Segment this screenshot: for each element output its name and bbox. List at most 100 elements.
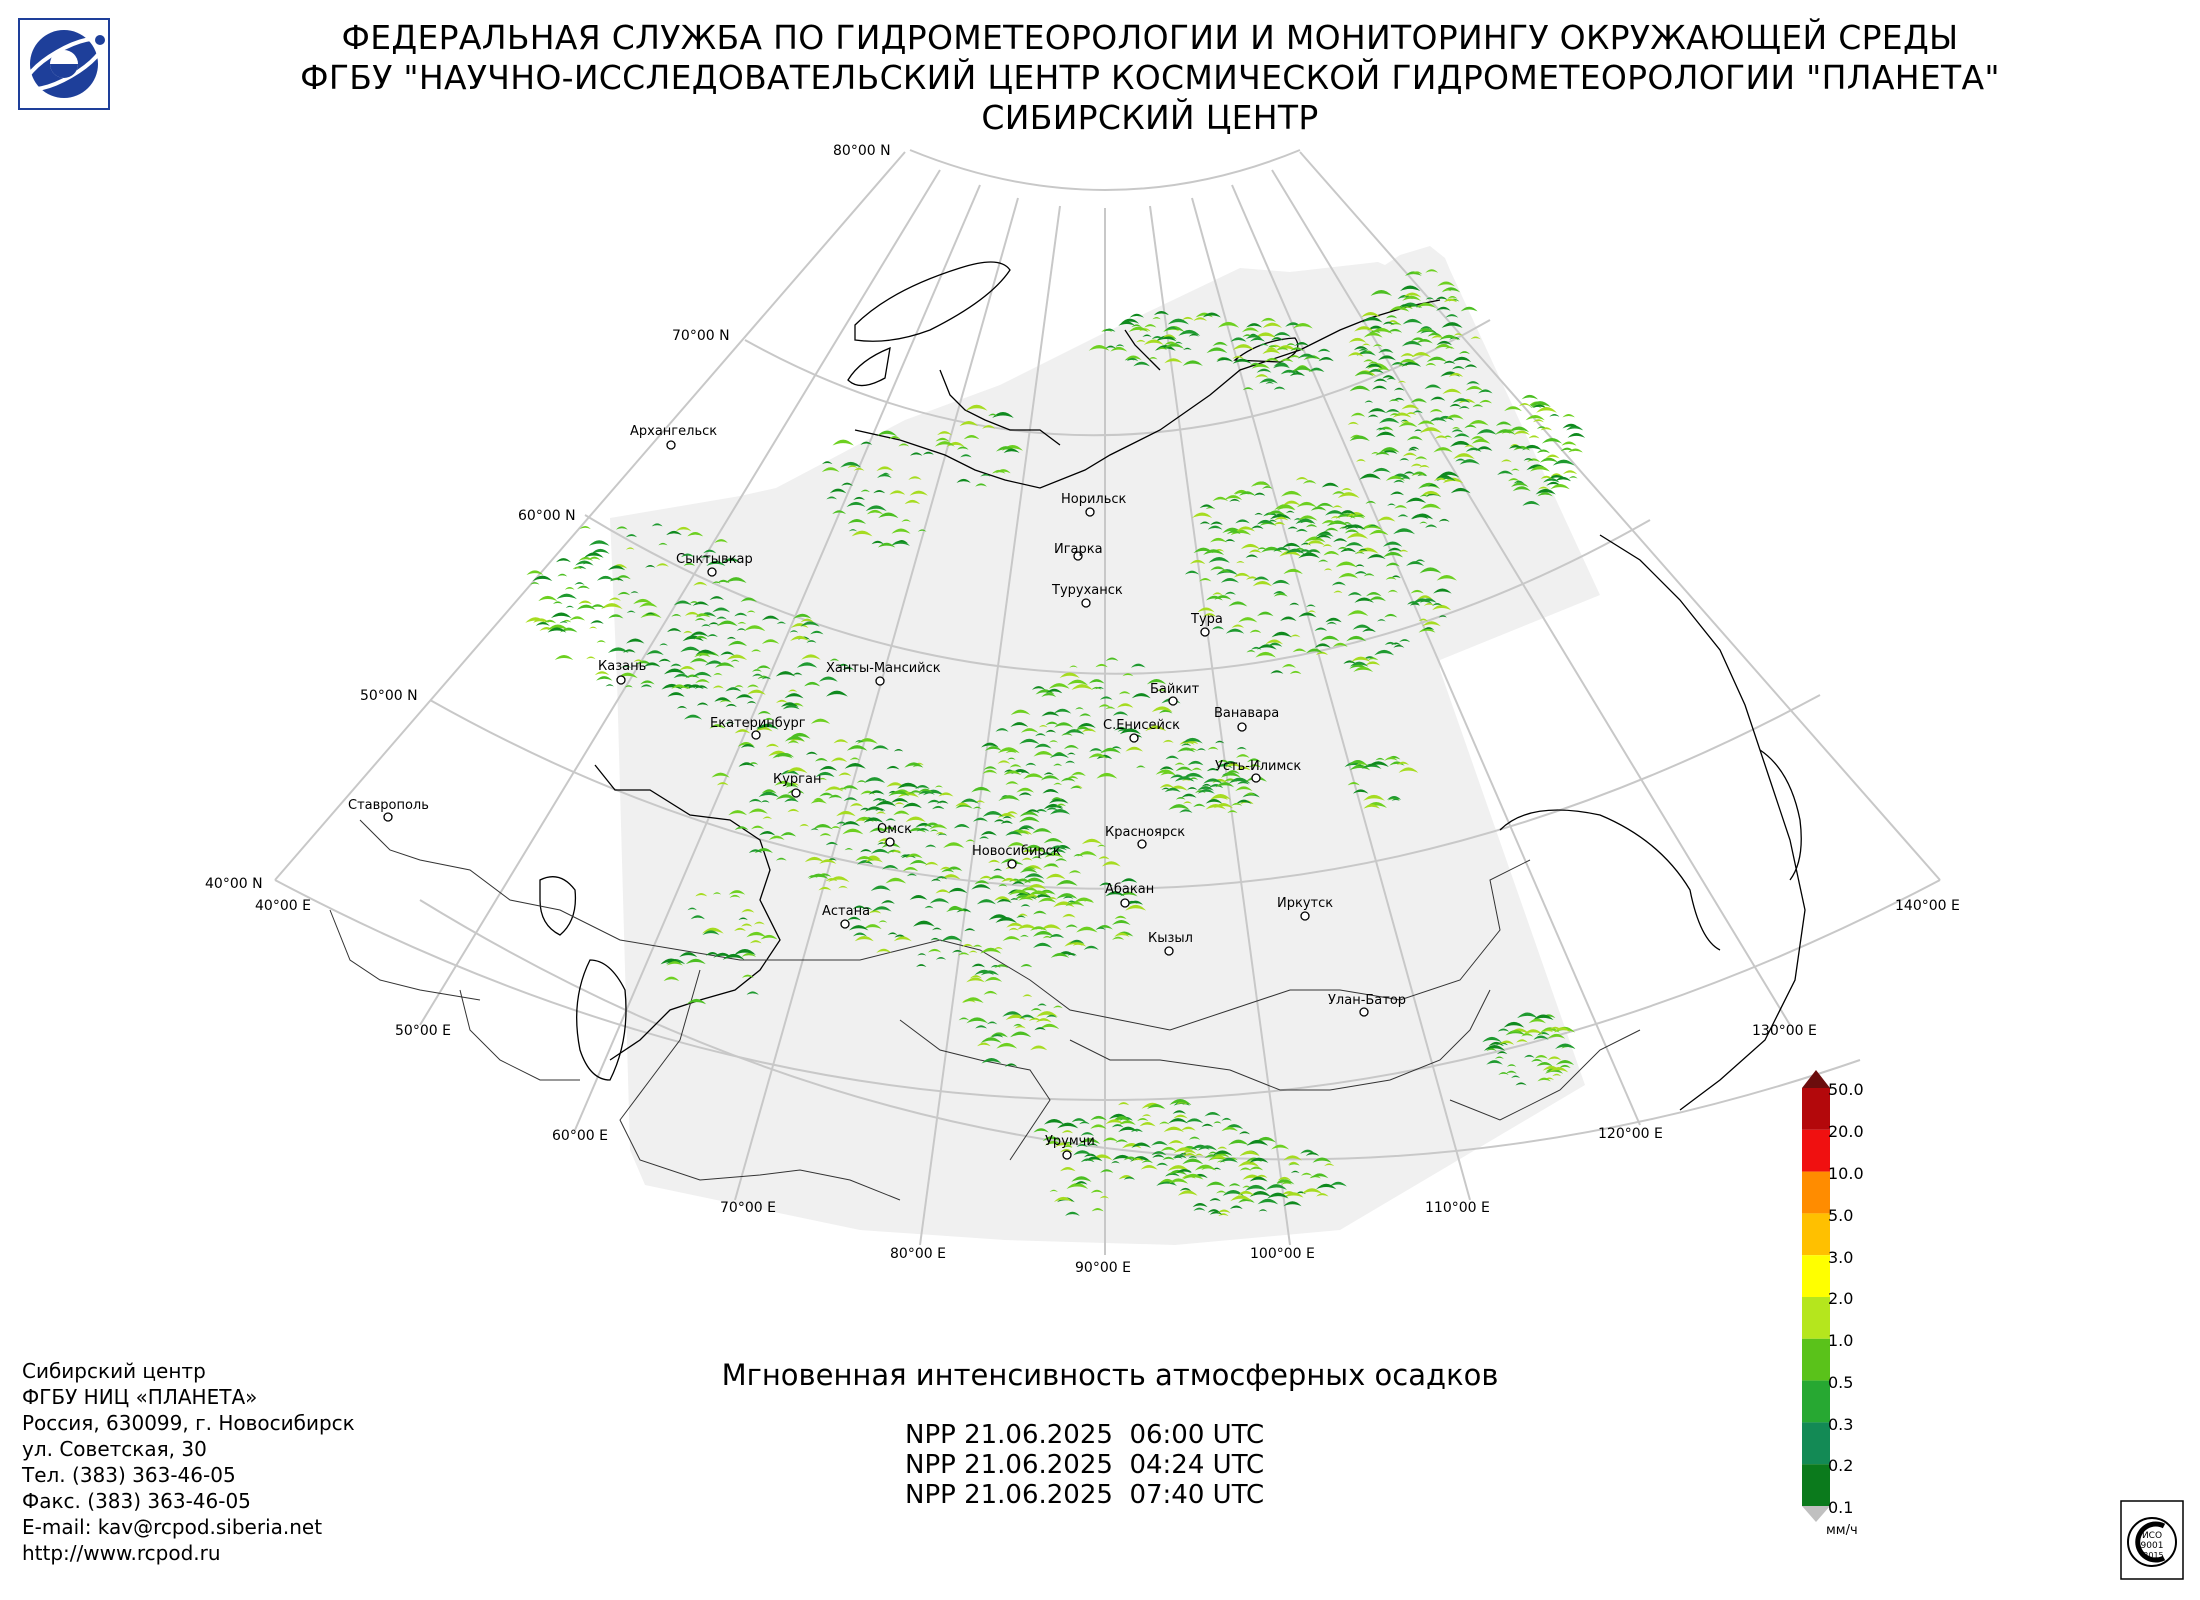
svg-text:Урумчи: Урумчи (1045, 1134, 1095, 1149)
precip-cell (550, 612, 572, 619)
svg-text:Омск: Омск (877, 822, 912, 837)
svg-text:С.Енисейск: С.Енисейск (1103, 718, 1180, 733)
pass-3: NPP 21.06.2025 07:40 UTC (905, 1480, 1265, 1510)
lon-label-140: 140°00 E (1895, 898, 1960, 914)
svg-text:Екатеринбург: Екатеринбург (710, 716, 806, 731)
precip-cell (569, 616, 586, 621)
legend-level-2: 2.0 (1828, 1289, 1854, 1308)
contact-line: Россия, 630099, г. Новосибирск (22, 1411, 355, 1435)
precip-cell (538, 595, 558, 602)
svg-text:Байкит: Байкит (1150, 682, 1200, 697)
lon-label-80: 80°00 E (890, 1246, 946, 1262)
precip-cell (576, 604, 596, 610)
precip-cell (535, 621, 550, 626)
precip-cell (1536, 406, 1557, 413)
legend-level-0-3: 0.3 (1828, 1415, 1854, 1434)
svg-text:-2015: -2015 (2140, 1551, 2163, 1560)
precip-cell (1541, 438, 1563, 444)
pass-2: NPP 21.06.2025 04:24 UTC (905, 1450, 1265, 1480)
svg-text:Абакан: Абакан (1105, 882, 1154, 897)
legend-level-1: 1.0 (1828, 1331, 1854, 1350)
lat-label-50: 50°00 N (360, 688, 418, 704)
iso-certification-badge: ИСО 9001 -2015 (2120, 1500, 2184, 1580)
svg-text:Иркутск: Иркутск (1277, 896, 1333, 911)
legend-unit: мм/ч (1826, 1523, 1858, 1538)
lon-label-110: 110°00 E (1425, 1200, 1490, 1216)
svg-text:Игарка: Игарка (1054, 542, 1103, 557)
svg-text:Тура: Тура (1190, 612, 1223, 627)
svg-text:Красноярск: Красноярск (1105, 825, 1185, 840)
lon-label-40: 40°00 E (255, 898, 311, 914)
precip-cell (1537, 449, 1550, 454)
legend-swatch (1802, 1171, 1830, 1214)
lat-label-80: 80°00 N (833, 143, 891, 159)
svg-text:ИСО: ИСО (2142, 1531, 2162, 1541)
precip-cell (577, 585, 590, 590)
contact-line: ул. Советская, 30 (22, 1437, 207, 1461)
legend-level-3: 3.0 (1828, 1248, 1854, 1267)
svg-text:Ставрополь: Ставрополь (348, 798, 429, 813)
lon-label-100: 100°00 E (1250, 1246, 1315, 1262)
precip-cell (554, 654, 574, 661)
precip-cell (574, 582, 585, 585)
precip-cell (578, 600, 592, 605)
precip-cell (559, 621, 568, 624)
precip-cell (1539, 457, 1559, 463)
legend-level-0-1: 0.1 (1828, 1498, 1854, 1517)
precip-cell (1561, 441, 1577, 446)
svg-text:Улан-Батор: Улан-Батор (1328, 993, 1406, 1008)
legend-swatch (1802, 1380, 1830, 1423)
precip-cell (588, 540, 610, 546)
satellite-passes: NPP 21.06.2025 06:00 UTC NPP 21.06.2025 … (905, 1420, 1264, 1510)
legend-swatch (1802, 1297, 1830, 1339)
legend-swatch (1802, 1464, 1830, 1506)
lat-label-70: 70°00 N (672, 328, 730, 344)
precip-cell (1550, 483, 1570, 490)
precip-cell (1521, 394, 1539, 400)
svg-text:Норильск: Норильск (1061, 492, 1127, 507)
precip-cell (565, 605, 574, 608)
precip-cell (589, 626, 598, 629)
svg-text:Архангельск: Архангельск (630, 424, 717, 439)
svg-text:Сыктывкар: Сыктывкар (676, 552, 753, 567)
lat-label-60: 60°00 N (518, 508, 576, 524)
contact-email[interactable]: E-mail: kav@rcpod.siberia.net (22, 1514, 355, 1540)
svg-text:Кызыл: Кызыл (1148, 931, 1193, 946)
legend-level-5: 5.0 (1828, 1206, 1854, 1225)
contact-website[interactable]: http://www.rcpod.ru (22, 1540, 355, 1566)
legend-level-0-2: 0.2 (1828, 1456, 1854, 1475)
precip-cell (556, 558, 571, 563)
legend-swatch (1802, 1338, 1830, 1381)
contact-info: Сибирский центр ФГБУ НИЦ «ПЛАНЕТА» Росси… (22, 1358, 355, 1566)
contact-line: Факс. (383) 363-46-05 (22, 1489, 251, 1513)
precip-cell (578, 556, 594, 561)
precip-cell (1562, 470, 1578, 475)
precip-cell (586, 656, 596, 660)
legend-swatch (1802, 1088, 1830, 1130)
svg-text:Казань: Казань (598, 659, 646, 674)
legend-swatch (1802, 1213, 1830, 1256)
product-title: Мгновенная интенсивность атмосферных оса… (721, 1358, 1499, 1392)
svg-text:Туруханск: Туруханск (1051, 583, 1123, 598)
precip-cell (1567, 432, 1586, 438)
lon-label-50: 50°00 E (395, 1023, 451, 1039)
legend-level-0-5: 0.5 (1828, 1373, 1854, 1392)
lon-label-70: 70°00 E (720, 1200, 776, 1216)
legend-labels: 50.0 20.0 10.0 5.0 3.0 2.0 1.0 0.5 0.3 0… (1828, 1080, 1908, 1540)
lon-label-60: 60°00 E (552, 1128, 608, 1144)
pass-1: NPP 21.06.2025 06:00 UTC (905, 1420, 1265, 1450)
legend-level-10: 10.0 (1828, 1164, 1864, 1183)
city-arkhangelsk: Архангельск (630, 424, 717, 450)
svg-text:9001: 9001 (2141, 1541, 2164, 1551)
contact-line: Сибирский центр (22, 1359, 206, 1383)
precip-cell (1549, 413, 1560, 417)
legend-swatch (1802, 1422, 1830, 1465)
lat-label-40: 40°00 N (205, 876, 263, 892)
contact-line: Тел. (383) 363-46-05 (22, 1463, 236, 1487)
precip-cell (590, 620, 604, 624)
legend-min-arrow (1802, 1506, 1830, 1522)
precip-cell (832, 439, 854, 446)
legend-level-50: 50.0 (1828, 1080, 1864, 1099)
precip-cell (552, 601, 563, 605)
precip-cell (564, 587, 575, 590)
